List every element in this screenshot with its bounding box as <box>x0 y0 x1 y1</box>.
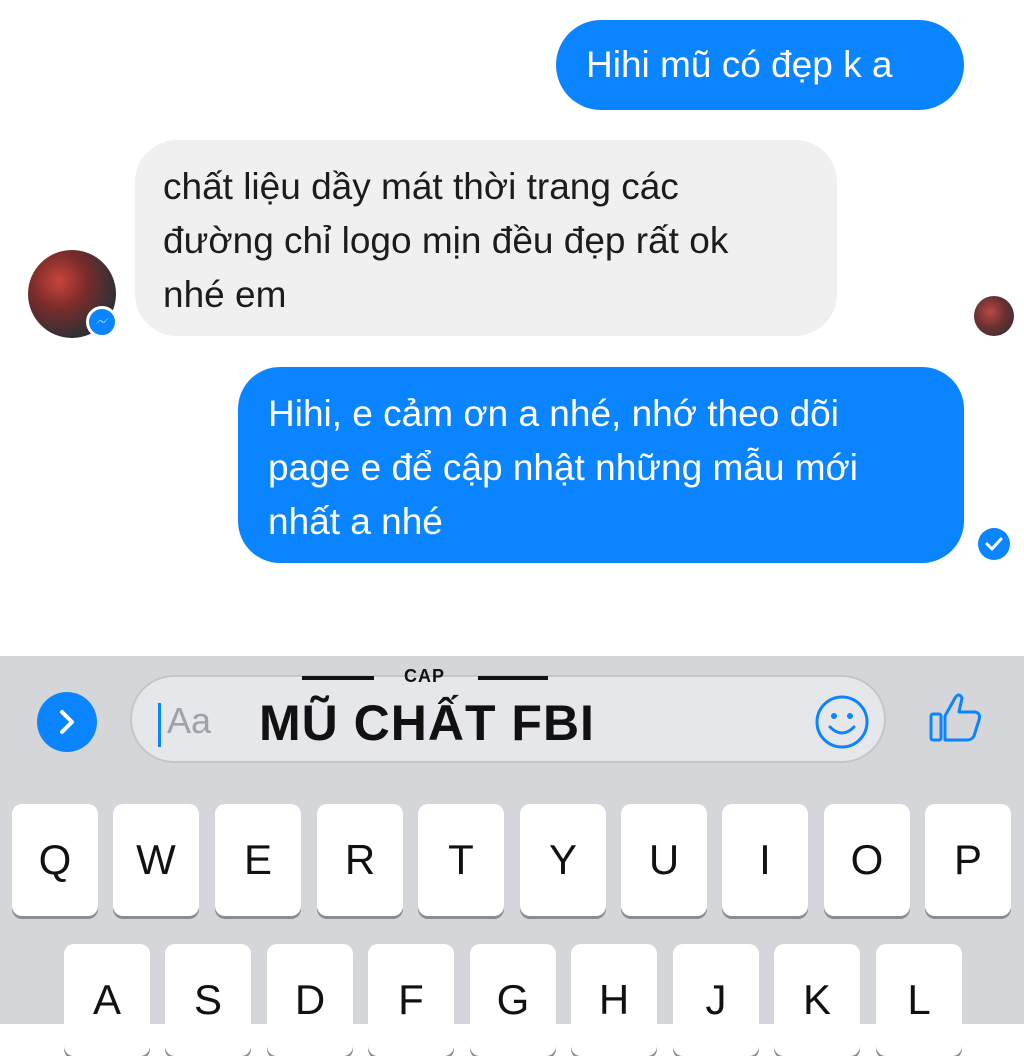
text-caret <box>158 703 161 747</box>
key-d[interactable]: D <box>267 944 353 1056</box>
outgoing-message-2[interactable]: Hihi, e cảm ơn a nhé, nhớ theo dõi page … <box>238 367 964 563</box>
caption-title: MŨ CHẤT FBI <box>259 695 595 751</box>
key-k[interactable]: K <box>774 944 860 1056</box>
outgoing-message-1[interactable]: Hihi mũ có đẹp k a <box>556 20 964 110</box>
keyboard: Q W E R T Y U I O P A S D F G H J K L <box>0 776 1024 1056</box>
message-line-3: nhé em <box>163 274 287 315</box>
key-s[interactable]: S <box>165 944 251 1056</box>
key-a[interactable]: A <box>64 944 150 1056</box>
smiley-icon[interactable] <box>814 694 870 755</box>
key-o[interactable]: O <box>824 804 910 916</box>
message-line-3: nhất a nhé <box>268 501 443 542</box>
chat-thread: Hihi mũ có đẹp k a chất liệu dầy mát thờ… <box>0 0 1024 656</box>
key-q[interactable]: Q <box>12 804 98 916</box>
key-r[interactable]: R <box>317 804 403 916</box>
key-g[interactable]: G <box>470 944 556 1056</box>
incoming-message-1[interactable]: chất liệu dầy mát thời trang các đường c… <box>135 140 837 336</box>
message-line-2: page e để cập nhật những mẫu mới <box>268 447 859 488</box>
key-w[interactable]: W <box>113 804 199 916</box>
input-placeholder: Aa <box>167 700 212 741</box>
message-line-1: Hihi, e cảm ơn a nhé, nhớ theo dõi <box>268 393 839 434</box>
key-t[interactable]: T <box>418 804 504 916</box>
key-u[interactable]: U <box>621 804 707 916</box>
message-line-2: đường chỉ logo mịn đều đẹp rất ok <box>163 220 729 261</box>
message-text: Hihi mũ có đẹp k a <box>586 44 893 85</box>
key-h[interactable]: H <box>571 944 657 1056</box>
caption-small: CAP <box>404 666 446 686</box>
caption-rule-right <box>478 676 548 680</box>
seen-indicator-avatar <box>974 296 1014 336</box>
key-f[interactable]: F <box>368 944 454 1056</box>
key-j[interactable]: J <box>673 944 759 1056</box>
caption-rule-left <box>302 676 374 680</box>
keyboard-row-2: A S D F G H J K L <box>0 944 1024 1056</box>
key-p[interactable]: P <box>925 804 1011 916</box>
chevron-right-icon[interactable] <box>37 692 97 752</box>
key-y[interactable]: Y <box>520 804 606 916</box>
keyboard-row-1: Q W E R T Y U I O P <box>0 804 1024 916</box>
key-i[interactable]: I <box>722 804 808 916</box>
key-l[interactable]: L <box>876 944 962 1056</box>
thumbs-up-icon[interactable] <box>925 688 985 753</box>
message-line-1: chất liệu dầy mát thời trang các <box>163 166 679 207</box>
delivered-check-icon <box>978 528 1010 560</box>
messenger-badge-icon <box>86 306 118 338</box>
key-e[interactable]: E <box>215 804 301 916</box>
